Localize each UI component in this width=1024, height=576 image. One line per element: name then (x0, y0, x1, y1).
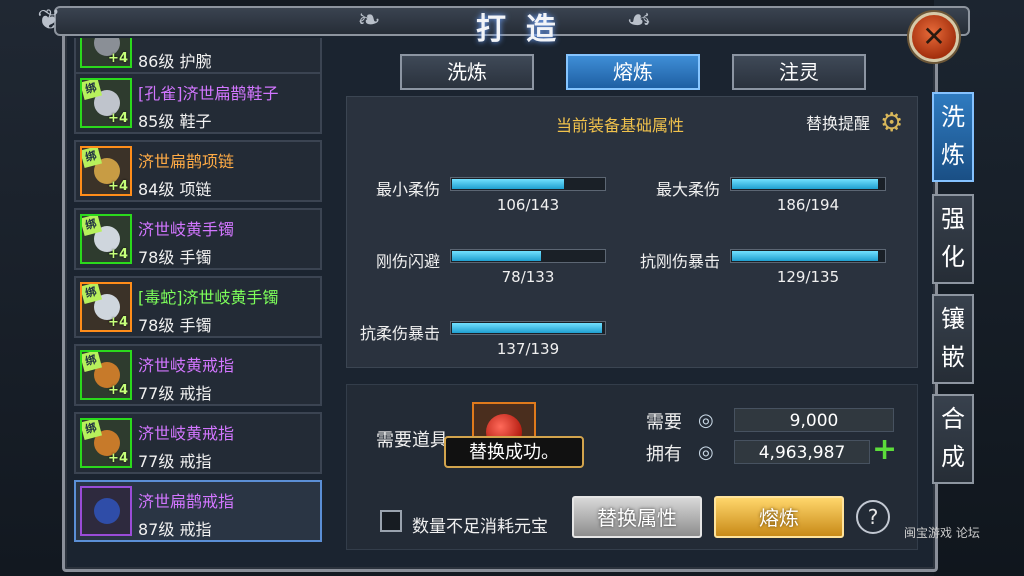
silver-coin-icon: ◎ (698, 442, 714, 463)
page-title: 打造 (476, 12, 576, 47)
enhance-level: +4 (108, 51, 128, 66)
item-name: 济世岐黄戒指 (138, 356, 235, 375)
attr-label: 抗刚伤暴击 (639, 252, 720, 271)
attr-bar (450, 177, 606, 191)
attr-value: 186/194 (776, 196, 840, 214)
tab-smelt[interactable]: 熔炼 (566, 54, 700, 90)
attr-bar-fill (732, 179, 878, 189)
close-icon: ✕ (922, 20, 946, 53)
list-item[interactable]: 绑 +4 济世岐黄戒指 77级 戒指 (74, 412, 322, 474)
item-name: 济世岐黄戒指 (138, 424, 235, 443)
attr-value: 106/143 (496, 196, 560, 214)
attr-bar-fill (452, 323, 603, 333)
need-label: 需要 (646, 412, 682, 433)
enhance-level: +4 (108, 451, 128, 466)
help-button[interactable]: ? (856, 500, 890, 534)
replace-remind-label[interactable]: 替换提醒 (806, 110, 870, 134)
tab-refine[interactable]: 洗炼 (400, 54, 534, 90)
gear-icon[interactable]: ⚙ (880, 108, 910, 138)
list-item[interactable]: 绑 +4 [孔雀]济世扁鹊鞋子 85级 鞋子 (74, 72, 322, 134)
item-name: 济世岐黄手镯 (138, 220, 235, 239)
attr-bar (730, 249, 886, 263)
title-ornament-center-left-icon: ❧ (357, 3, 381, 36)
attr-label: 抗柔伤暴击 (359, 324, 440, 343)
list-item[interactable]: 绑 +4 济世岐黄戒指 77级 戒指 (74, 344, 322, 406)
add-currency-button[interactable]: + (872, 435, 897, 465)
item-level: 77级 戒指 (138, 384, 212, 403)
item-thumbnail: 绑 +4 (80, 282, 132, 332)
attr-bar-fill (452, 179, 564, 189)
attr-bar (450, 249, 606, 263)
item-name: 济世扁鹊戒指 (138, 492, 235, 511)
panel-title: 当前装备基础属性 (556, 116, 685, 135)
side-tab-refine[interactable]: 洗炼 (932, 92, 974, 182)
item-level: 77级 戒指 (138, 452, 212, 471)
attr-value: 137/139 (496, 340, 560, 358)
list-item[interactable]: 绑 +4 济世扁鹊项链 84级 项链 (74, 140, 322, 202)
item-thumbnail (80, 486, 132, 536)
success-toast: 替换成功。 (444, 436, 584, 468)
item-thumbnail: 绑 +4 (80, 418, 132, 468)
close-button[interactable]: ✕ (909, 12, 959, 62)
ring-icon (94, 498, 120, 524)
attr-label: 最小柔伤 (375, 180, 440, 199)
side-tab-label: 合成 (941, 405, 965, 471)
side-tab-combine[interactable]: 合成 (932, 394, 974, 484)
have-label: 拥有 (646, 444, 682, 465)
have-value: 4,963,987 (734, 440, 870, 464)
smelt-button[interactable]: 熔炼 (714, 496, 844, 538)
need-item-label: 需要道具 (376, 430, 448, 451)
item-thumbnail: 绑 +4 (80, 350, 132, 400)
right-background (934, 0, 1024, 576)
enhance-level: +4 (108, 179, 128, 194)
side-tab-enhance[interactable]: 强化 (932, 194, 974, 284)
tab-infuse[interactable]: 注灵 (732, 54, 866, 90)
checkbox-label: 数量不足消耗元宝 (412, 517, 548, 537)
title-ornament-left-icon: ❦ (37, 3, 61, 36)
enhance-level: +4 (108, 315, 128, 330)
list-item-selected[interactable]: 济世扁鹊戒指 87级 戒指 (74, 480, 322, 542)
item-name: [毒蛇]济世岐黄手镯 (138, 288, 279, 307)
need-value: 9,000 (734, 408, 894, 432)
side-tab-label: 强化 (941, 205, 965, 271)
attr-label: 最大柔伤 (655, 180, 720, 199)
enhance-level: +4 (108, 247, 128, 262)
side-tab-label: 洗炼 (941, 103, 965, 169)
attr-value: 78/133 (501, 268, 555, 286)
silver-coin-icon: ◎ (698, 410, 714, 431)
item-name: [孔雀]济世扁鹊鞋子 (138, 84, 279, 103)
list-item[interactable]: 绑 +4 济世岐黄手镯 78级 手镯 (74, 208, 322, 270)
side-tab-inlay[interactable]: 镶嵌 (932, 294, 974, 384)
attr-bar-fill (452, 251, 541, 261)
left-background (0, 0, 70, 576)
attr-bar-fill (732, 251, 878, 261)
item-thumbnail: +4 (80, 38, 132, 68)
side-tab-label: 镶嵌 (941, 305, 965, 371)
item-name: 济世扁鹊项链 (138, 152, 235, 171)
equipment-list[interactable]: +4 86级 护腕 绑 +4 [孔雀]济世扁鹊鞋子 85级 鞋子 绑 +4 济世… (70, 38, 328, 546)
item-thumbnail: 绑 +4 (80, 146, 132, 196)
item-level: 78级 手镯 (138, 248, 212, 267)
attr-value: 129/135 (776, 268, 840, 286)
use-gold-checkbox[interactable] (380, 510, 402, 532)
list-item[interactable]: +4 86级 护腕 (74, 38, 322, 74)
item-thumbnail: 绑 +4 (80, 214, 132, 264)
watermark: 闽宝游戏 论坛 (904, 526, 980, 540)
item-level: 84级 项链 (138, 180, 212, 199)
enhance-level: +4 (108, 111, 128, 126)
item-level: 85级 鞋子 (138, 112, 212, 131)
enhance-level: +4 (108, 383, 128, 398)
attr-label: 刚伤闪避 (375, 252, 440, 271)
list-item[interactable]: 绑 +4 [毒蛇]济世岐黄手镯 78级 手镯 (74, 276, 322, 338)
attr-bar (450, 321, 606, 335)
replace-attributes-button[interactable]: 替换属性 (572, 496, 702, 538)
item-level: 87级 戒指 (138, 520, 212, 539)
item-thumbnail: 绑 +4 (80, 78, 132, 128)
item-level: 86级 护腕 (138, 52, 212, 71)
attr-bar (730, 177, 886, 191)
item-level: 78级 手镯 (138, 316, 212, 335)
